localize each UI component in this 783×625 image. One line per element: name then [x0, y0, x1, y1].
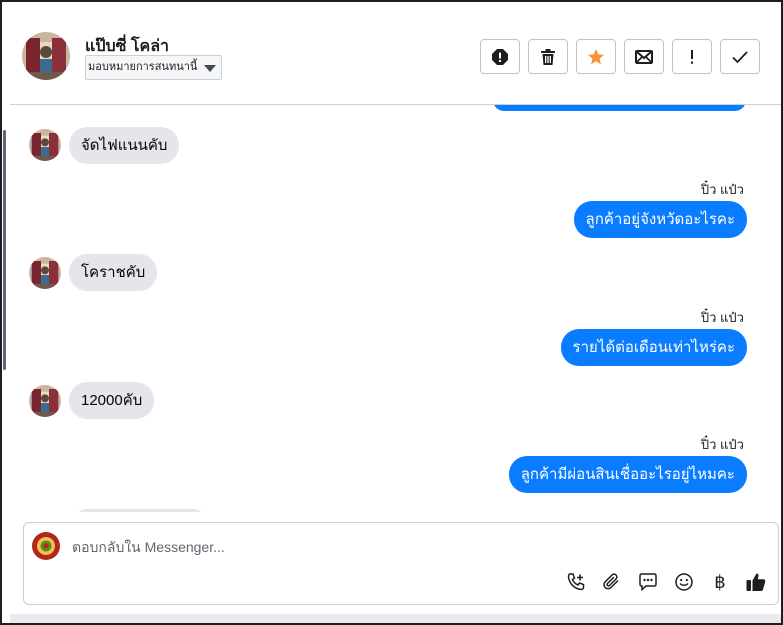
envelope-icon: [635, 49, 653, 64]
message-bubble-outgoing[interactable]: รายได้ต่อเดือนเท่าไหร่คะ: [560, 329, 747, 366]
assign-label: มอบหมายการสนทนานี้: [88, 61, 198, 73]
message-bubble-incoming: [76, 509, 204, 512]
exclamation-icon: [691, 49, 693, 64]
sender-avatar: [29, 129, 61, 161]
reply-input[interactable]: [72, 535, 722, 559]
sender-avatar: [29, 385, 61, 417]
done-button[interactable]: [720, 39, 760, 74]
message-bubble-outgoing[interactable]: ลูกค้ามีผ่อนสินเชื่ออะไรอยู่ไหมคะ: [508, 456, 747, 493]
alert-circle-icon: [492, 48, 508, 65]
message-bubble-outgoing: [493, 105, 746, 111]
trash-icon: [541, 48, 555, 65]
star-button[interactable]: [576, 39, 616, 74]
saved-reply-icon[interactable]: [636, 570, 660, 594]
composer-toolbar: ฿: [564, 570, 768, 594]
message-bubble-incoming[interactable]: 12000คับ: [69, 382, 155, 419]
sender-name: ปิ๋ว แป๋ว: [700, 437, 744, 452]
mark-unread-button[interactable]: [624, 39, 664, 74]
assign-conversation-select[interactable]: มอบหมายการสนทนานี้: [85, 55, 223, 80]
conversation-toolbar: [480, 39, 760, 74]
baht-icon[interactable]: ฿: [708, 570, 732, 594]
chevron-down-icon: [204, 65, 217, 72]
bottom-divider: [10, 614, 781, 623]
page-avatar: [32, 532, 60, 560]
checkmark-icon: [732, 50, 748, 63]
thumbs-up-icon[interactable]: [744, 570, 768, 594]
conversation-header: แป๊บซี่ โคล่า มอบหมายการสนทนานี้: [10, 4, 781, 105]
reply-composer: ฿: [23, 522, 779, 605]
emoji-icon[interactable]: [672, 570, 696, 594]
important-button[interactable]: [672, 39, 712, 74]
mark-spam-button[interactable]: [480, 39, 520, 74]
sender-name: ปิ๋ว แป๋ว: [700, 182, 744, 197]
call-add-icon[interactable]: [564, 570, 588, 594]
sender-avatar: [29, 257, 61, 289]
sender-name: ปิ๋ว แป๋ว: [700, 310, 744, 325]
messenger-panel: แป๊บซี่ โคล่า มอบหมายการสนทนานี้ จัดไฟแน…: [0, 0, 783, 625]
contact-avatar[interactable]: [22, 32, 70, 80]
left-scroll-indicator: [3, 130, 6, 370]
message-bubble-outgoing[interactable]: ลูกค้าอยู่จังหวัดอะไรคะ: [573, 201, 747, 238]
paperclip-icon[interactable]: [600, 570, 624, 594]
message-list[interactable]: จัดไฟแนนคับ ปิ๋ว แป๋ว ลูกค้าอยู่จังหวัดอ…: [10, 105, 781, 512]
message-bubble-incoming[interactable]: โคราชคับ: [69, 254, 158, 291]
star-icon: [588, 48, 604, 64]
delete-button[interactable]: [528, 39, 568, 74]
message-bubble-incoming[interactable]: จัดไฟแนนคับ: [69, 127, 180, 164]
